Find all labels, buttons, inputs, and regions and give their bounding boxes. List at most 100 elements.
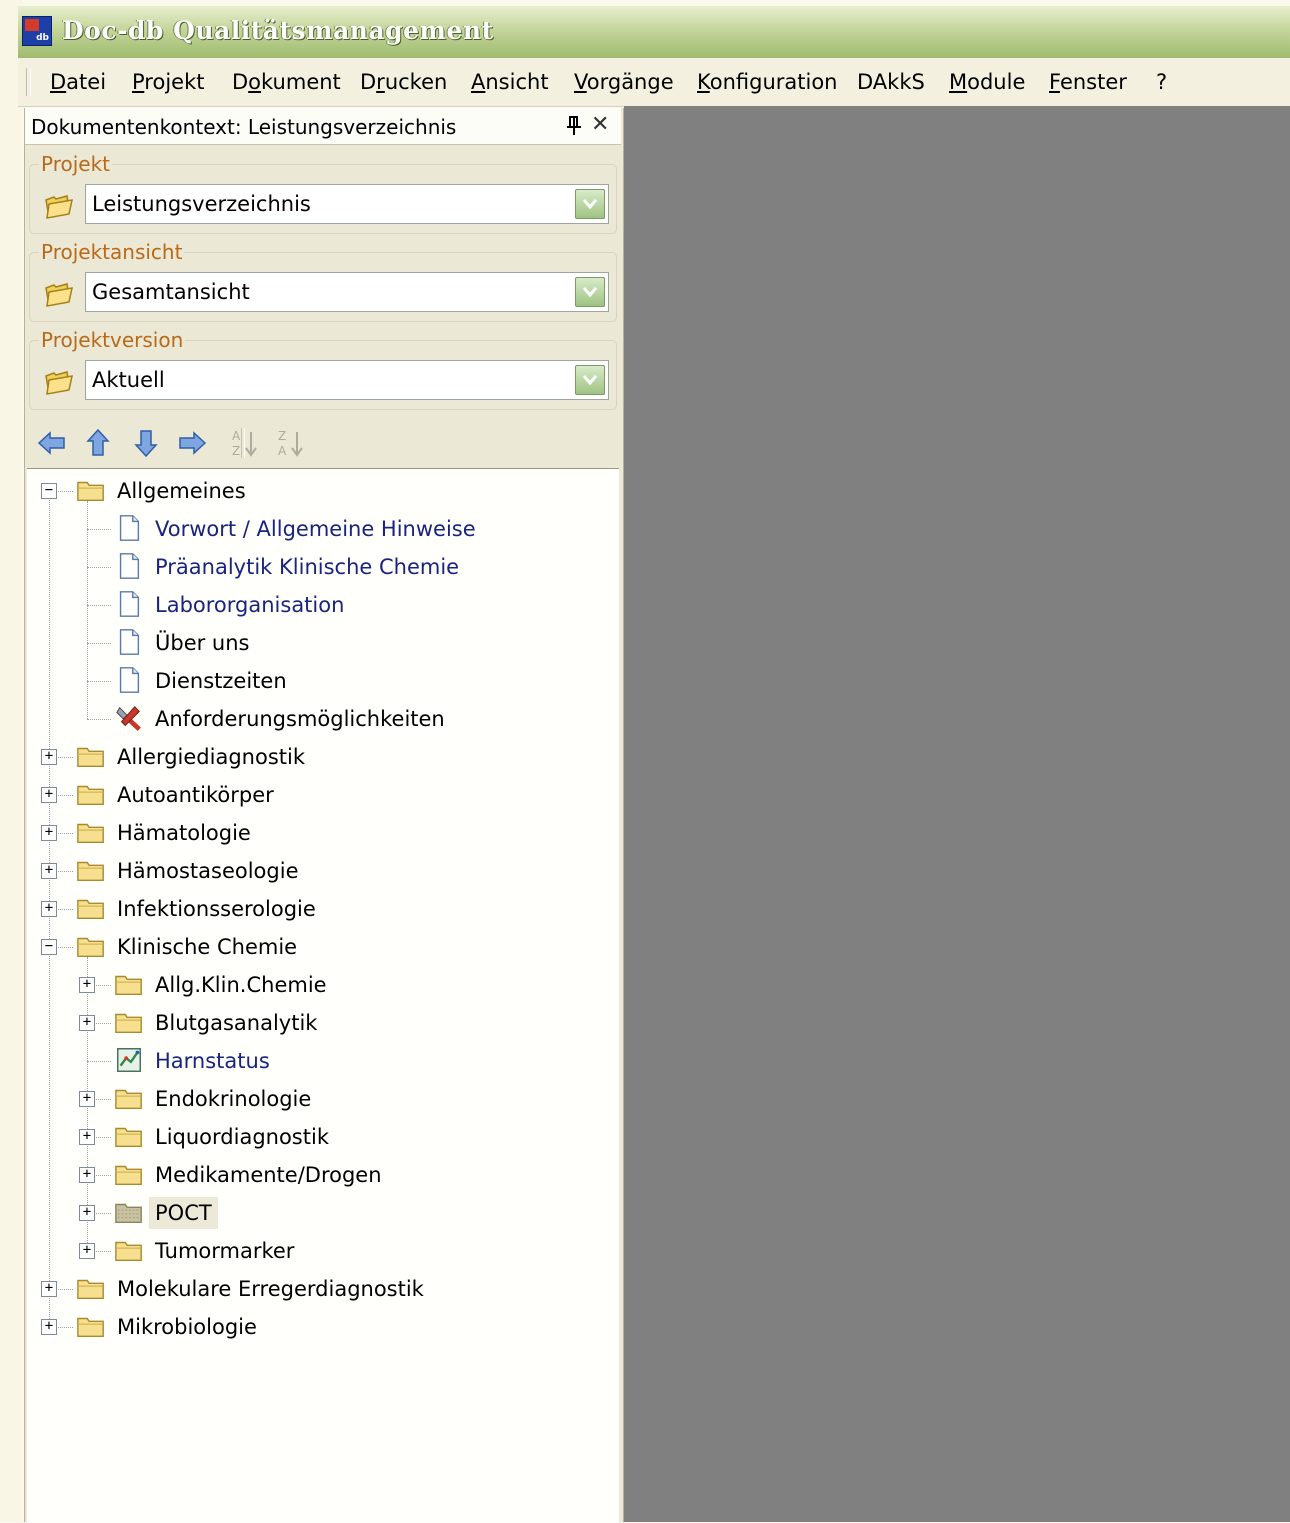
tree-node[interactable]: + Infektionsserologie	[27, 891, 617, 927]
arrow-right-icon[interactable]	[175, 426, 209, 460]
tree-node-label[interactable]: Tumormarker	[155, 1239, 294, 1263]
menu-grip[interactable]	[26, 68, 31, 96]
menu-dakks[interactable]: DAkkS	[857, 70, 925, 94]
document-tree[interactable]: − Allgemeines Vorwort / Allgemeine Hinweis…	[27, 468, 619, 1523]
expand-icon[interactable]: +	[41, 1319, 57, 1335]
menu-module[interactable]: Module	[949, 70, 1025, 94]
arrow-left-icon[interactable]	[35, 426, 69, 460]
window-title: Doc-db Qualitätsmanagement	[62, 16, 494, 45]
expand-icon[interactable]: +	[79, 1091, 95, 1107]
title-bar[interactable]: db Doc-db Qualitätsmanagement	[18, 6, 1290, 59]
sort-ascending-icon[interactable]: A Z	[229, 426, 263, 460]
tree-node-label[interactable]: Autoantikörper	[117, 783, 274, 807]
arrow-up-icon[interactable]	[81, 426, 115, 460]
tree-node[interactable]: + Allergiediagnostik	[27, 739, 617, 775]
tree-child-node[interactable]: + POCT	[27, 1195, 617, 1231]
document-icon	[119, 667, 140, 693]
tree-node[interactable]: + Autoantikörper	[27, 777, 617, 813]
tree-node[interactable]: − Klinische Chemie	[27, 929, 617, 965]
tree-node-label[interactable]: Hämostaseologie	[117, 859, 298, 883]
tree-node-label[interactable]: POCT	[149, 1197, 218, 1229]
tree-child-node[interactable]: + Liquordiagnostik	[27, 1119, 617, 1155]
tree-node-label[interactable]: Allg.Klin.Chemie	[155, 973, 327, 997]
tree-child-node[interactable]: Anforderungsmöglichkeiten	[27, 701, 617, 737]
tree-child-node[interactable]: + Tumormarker	[27, 1233, 617, 1269]
tree-node[interactable]: + Mikrobiologie	[27, 1309, 617, 1345]
folder-icon	[115, 1013, 142, 1034]
menu-ansicht[interactable]: Ansicht	[471, 70, 549, 94]
expand-icon[interactable]: +	[79, 1243, 95, 1259]
expand-icon[interactable]: +	[79, 1167, 95, 1183]
tree-node-label[interactable]: Labororganisation	[155, 593, 344, 617]
expand-icon[interactable]: +	[41, 863, 57, 879]
tree-node-label[interactable]: Medikamente/Drogen	[155, 1163, 382, 1187]
expand-icon[interactable]: +	[41, 749, 57, 765]
collapse-icon[interactable]: −	[41, 483, 57, 499]
tree-node-label[interactable]: Infektionsserologie	[117, 897, 316, 921]
projektansicht-select[interactable]: Gesamtansicht	[85, 272, 609, 312]
menu-projekt[interactable]: Projekt	[132, 70, 204, 94]
collapse-icon[interactable]: −	[41, 939, 57, 955]
tree-node[interactable]: + Hämostaseologie	[27, 853, 617, 889]
folder-icon	[77, 1279, 104, 1300]
tree-node-label[interactable]: Allgemeines	[117, 479, 246, 503]
tree-node-label[interactable]: Hämatologie	[117, 821, 251, 845]
tree-node[interactable]: + Hämatologie	[27, 815, 617, 851]
tree-child-node[interactable]: + Blutgasanalytik	[27, 1005, 617, 1041]
tree-node-label[interactable]: Endokrinologie	[155, 1087, 311, 1111]
arrow-down-icon[interactable]	[129, 426, 163, 460]
tree-child-node[interactable]: Harnstatus	[27, 1043, 617, 1079]
app-icon[interactable]: db	[22, 16, 52, 46]
tree-child-node[interactable]: Vorwort / Allgemeine Hinweise	[27, 511, 617, 547]
menu-drucken[interactable]: Drucken	[360, 70, 447, 94]
expand-icon[interactable]: +	[79, 1129, 95, 1145]
chevron-down-icon[interactable]	[575, 365, 605, 395]
tree-node-label[interactable]: Harnstatus	[155, 1049, 270, 1073]
tree-node-label[interactable]: Mikrobiologie	[117, 1315, 257, 1339]
tree-node-label[interactable]: Anforderungsmöglichkeiten	[155, 707, 445, 731]
tree-child-node[interactable]: Labororganisation	[27, 587, 617, 623]
menu-fenster[interactable]: Fenster	[1049, 70, 1127, 94]
tree-node-label[interactable]: Dienstzeiten	[155, 669, 287, 693]
close-icon[interactable]: ✕	[591, 113, 609, 137]
tree-node-label[interactable]: Vorwort / Allgemeine Hinweise	[155, 517, 476, 541]
tree-node-label[interactable]: Klinische Chemie	[117, 935, 297, 959]
projektversion-select[interactable]: Aktuell	[85, 360, 609, 400]
tree-node-label[interactable]: Präanalytik Klinische Chemie	[155, 555, 459, 579]
tree-child-node[interactable]: Über uns	[27, 625, 617, 661]
folder-selected-icon	[115, 1203, 142, 1224]
expand-icon[interactable]: +	[79, 1205, 95, 1221]
projekt-select[interactable]: Leistungsverzeichnis	[85, 184, 609, 224]
tree-connector-line	[87, 643, 111, 644]
menu-konfiguration[interactable]: Konfiguration	[697, 70, 838, 94]
tree-node-label[interactable]: Liquordiagnostik	[155, 1125, 329, 1149]
tree-node[interactable]: − Allgemeines	[27, 473, 617, 509]
expand-icon[interactable]: +	[79, 1015, 95, 1031]
tree-node-label[interactable]: Über uns	[155, 631, 250, 655]
menu-datei[interactable]: Datei	[50, 70, 106, 94]
tree-connector-line	[87, 1061, 111, 1062]
expand-icon[interactable]: +	[41, 1281, 57, 1297]
expand-icon[interactable]: +	[41, 825, 57, 841]
chevron-down-icon[interactable]	[575, 277, 605, 307]
tree-node-label[interactable]: Allergiediagnostik	[117, 745, 305, 769]
menu-help[interactable]: ?	[1156, 70, 1167, 94]
menu-vorgaenge[interactable]: Vorgänge	[574, 70, 674, 94]
sort-descending-icon[interactable]: Z A	[275, 426, 309, 460]
workspace-area[interactable]	[624, 106, 1290, 1522]
tree-child-node[interactable]: Dienstzeiten	[27, 663, 617, 699]
expand-icon[interactable]: +	[41, 787, 57, 803]
document-context-panel: Dokumentenkontext: Leistungsverzeichnis …	[24, 108, 624, 1523]
chevron-down-icon[interactable]	[575, 189, 605, 219]
tree-child-node[interactable]: + Medikamente/Drogen	[27, 1157, 617, 1193]
expand-icon[interactable]: +	[41, 901, 57, 917]
tree-child-node[interactable]: + Allg.Klin.Chemie	[27, 967, 617, 1003]
tree-child-node[interactable]: Präanalytik Klinische Chemie	[27, 549, 617, 585]
expand-icon[interactable]: +	[79, 977, 95, 993]
tree-node-label[interactable]: Molekulare Erregerdiagnostik	[117, 1277, 424, 1301]
menu-dokument[interactable]: Dokument	[232, 70, 341, 94]
tree-node-label[interactable]: Blutgasanalytik	[155, 1011, 317, 1035]
tree-node[interactable]: + Molekulare Erregerdiagnostik	[27, 1271, 617, 1307]
tree-child-node[interactable]: + Endokrinologie	[27, 1081, 617, 1117]
pin-icon[interactable]	[565, 114, 583, 138]
